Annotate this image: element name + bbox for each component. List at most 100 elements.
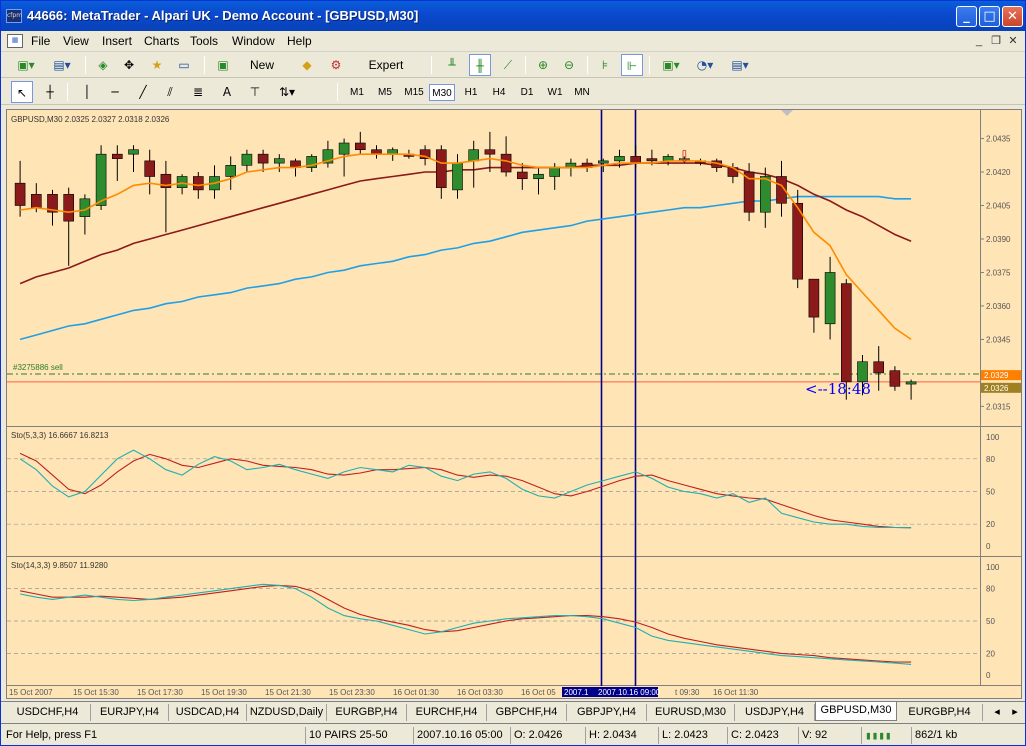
new-order-button[interactable]: New Order <box>235 54 289 94</box>
tab-eurusd-m30[interactable]: EURUSD,M30 <box>647 704 735 721</box>
expert-advisors-icon[interactable]: ⚙ <box>326 54 346 76</box>
price-tick-label: 2.0315 <box>986 402 1011 411</box>
candle-bull <box>614 156 625 162</box>
periods-icon[interactable]: ◔▾ <box>691 54 719 76</box>
title-bar[interactable]: cfpm 44666: MetaTrader - Alpari UK - Dem… <box>1 1 1025 31</box>
arrows-icon[interactable]: ⇅▾ <box>273 81 301 103</box>
menu-window[interactable]: Window <box>232 34 275 48</box>
timeframe-m5-button[interactable]: M5 <box>373 84 397 101</box>
text-icon[interactable]: A <box>217 81 237 103</box>
tab-scroll-left-icon[interactable]: ◂ <box>989 704 1005 721</box>
timeframe-d1-button[interactable]: D1 <box>515 84 539 101</box>
terminal-icon[interactable]: ▭ <box>174 54 194 76</box>
tab-nzdusd-daily[interactable]: NZDUSD,Daily <box>247 704 327 721</box>
sto-tick-label: 0 <box>986 671 991 680</box>
timeframe-m15-button[interactable]: M15 <box>401 84 427 101</box>
chart-canvas[interactable]: 2.0435 2.0420 2.0405 2.0390 2.0375 2.0360 2.03… <box>7 110 1021 698</box>
chart-window[interactable]: 2.0435 2.0420 2.0405 2.0390 2.0375 2.0360 2.03… <box>6 109 1022 699</box>
tab-usdcad-h4[interactable]: USDCAD,H4 <box>169 704 247 721</box>
timeframe-h4-button[interactable]: H4 <box>487 84 511 101</box>
bar-chart-icon[interactable]: ╨ <box>441 54 463 76</box>
zoom-in-icon[interactable]: ⊕ <box>533 54 553 76</box>
menu-tools[interactable]: Tools <box>190 34 218 48</box>
time-label: 16 Oct 03:30 <box>457 688 503 697</box>
minimize-button[interactable]: _ <box>956 6 977 27</box>
price-tick-label: 2.0435 <box>986 135 1011 144</box>
line-chart-icon[interactable]: ⟋ <box>497 54 519 76</box>
tab-eurgbp-h4[interactable]: EURGBP,H4 <box>327 704 407 721</box>
bar-countdown: <--18:48 <box>805 380 871 398</box>
mdi-minimize-button[interactable]: _ <box>971 33 987 49</box>
candle-bull <box>241 153 253 166</box>
candle-bull <box>857 361 868 383</box>
status-high: H: 2.0434 <box>585 727 637 744</box>
fibonacci-icon[interactable]: ≣ <box>187 81 209 103</box>
timeframe-h1-button[interactable]: H1 <box>459 84 483 101</box>
candle-bull <box>597 160 609 164</box>
close-button[interactable]: ✕ <box>1002 6 1023 27</box>
tab-gbpusd-m30[interactable]: GBPUSD,M30 <box>815 702 897 721</box>
profiles-icon[interactable]: ▤▾ <box>47 54 77 76</box>
candlestick-icon[interactable]: ╫ <box>469 54 491 76</box>
line-studies-toolbar: ↖ ┼ │ ─ ╱ ⫽ ≣ A ⊤ ⇅▾ M1 M5 M15 M30 H1 H4 D1 W1 M… <box>1 79 1025 105</box>
candle-bear <box>873 361 885 374</box>
tab-usdjpy-h4[interactable]: USDJPY,H4 <box>735 704 815 721</box>
data-window-icon[interactable]: ✥ <box>119 54 139 76</box>
time-label: 15 Oct 2007 <box>9 688 53 697</box>
tab-usdchf-h4[interactable]: USDCHF,H4 <box>5 704 91 721</box>
chart-header: GBPUSD,M30 2.0325 2.0327 2.0318 2.0326 <box>11 115 170 124</box>
status-volume: V: 92 <box>798 727 827 744</box>
menu-charts[interactable]: Charts <box>144 34 179 48</box>
menu-file[interactable]: File <box>31 34 50 48</box>
tab-gbpjpy-h4[interactable]: GBPJPY,H4 <box>567 704 647 721</box>
menu-insert[interactable]: Insert <box>102 34 132 48</box>
maximize-button[interactable]: □ <box>979 6 1000 27</box>
horizontal-line-icon[interactable]: ─ <box>105 81 125 103</box>
tab-eurchf-h4[interactable]: EURCHF,H4 <box>407 704 487 721</box>
timeframe-w1-button[interactable]: W1 <box>543 84 567 101</box>
candle-bear <box>630 156 642 164</box>
tab-gbpchf-h4[interactable]: GBPCHF,H4 <box>487 704 567 721</box>
chart-shift-icon[interactable]: ⊩ <box>621 54 643 76</box>
status-close: C: 2.0423 <box>727 727 779 744</box>
zoom-out-icon[interactable]: ⊖ <box>559 54 579 76</box>
candle-bull <box>905 381 917 385</box>
time-label: 16 Oct 01:30 <box>393 688 439 697</box>
mdi-close-button[interactable]: ✕ <box>1005 33 1021 49</box>
time-label: t 09:30 <box>675 688 700 697</box>
autoscroll-icon[interactable]: ⊧ <box>595 54 615 76</box>
timeframe-mn-button[interactable]: MN <box>571 84 593 101</box>
sell-arrow-icon: ⇩ <box>678 147 691 166</box>
timeframe-m1-button[interactable]: M1 <box>345 84 369 101</box>
menu-help[interactable]: Help <box>287 34 312 48</box>
candle-bull <box>338 142 350 155</box>
market-watch-icon[interactable]: ◈ <box>93 54 113 76</box>
status-time: 2007.10.16 05:00 <box>413 727 503 744</box>
cursor-icon[interactable]: ↖ <box>11 81 33 103</box>
vertical-line-icon[interactable]: │ <box>77 81 97 103</box>
indicators-icon[interactable]: ▣▾ <box>657 54 685 76</box>
metaeditor-icon[interactable]: ◆ <box>297 54 317 76</box>
tab-eurgbp-h4[interactable]: EURGBP,H4 <box>897 704 983 721</box>
equidistant-channel-icon[interactable]: ⫽ <box>159 81 181 103</box>
trendline-icon[interactable]: ╱ <box>133 81 153 103</box>
document-icon[interactable]: ▦ <box>7 34 23 48</box>
candle-bull <box>225 165 236 177</box>
timeframe-m30-button[interactable]: M30 <box>429 84 455 101</box>
candle-bear <box>30 194 42 209</box>
new-order-icon[interactable]: ▣ <box>213 54 233 76</box>
sto-tick-label: 80 <box>986 585 995 594</box>
price-tick-label: 2.0345 <box>986 335 1011 344</box>
new-chart-icon[interactable]: ▣▾ <box>11 54 41 76</box>
sto-tick-label: 20 <box>986 649 995 658</box>
navigator-icon[interactable]: ★ <box>147 54 167 76</box>
menu-view[interactable]: View <box>63 34 89 48</box>
candle-bear <box>112 153 123 159</box>
mdi-restore-button[interactable]: ❐ <box>988 33 1004 49</box>
expert-advisors-button[interactable]: Expert Advisors <box>347 54 425 94</box>
tab-eurjpy-h4[interactable]: EURJPY,H4 <box>91 704 169 721</box>
templates-icon[interactable]: ▤▾ <box>725 54 755 76</box>
tab-scroll-right-icon[interactable]: ▸ <box>1007 704 1023 721</box>
crosshair-icon[interactable]: ┼ <box>39 81 61 103</box>
text-label-icon[interactable]: ⊤ <box>245 81 265 103</box>
